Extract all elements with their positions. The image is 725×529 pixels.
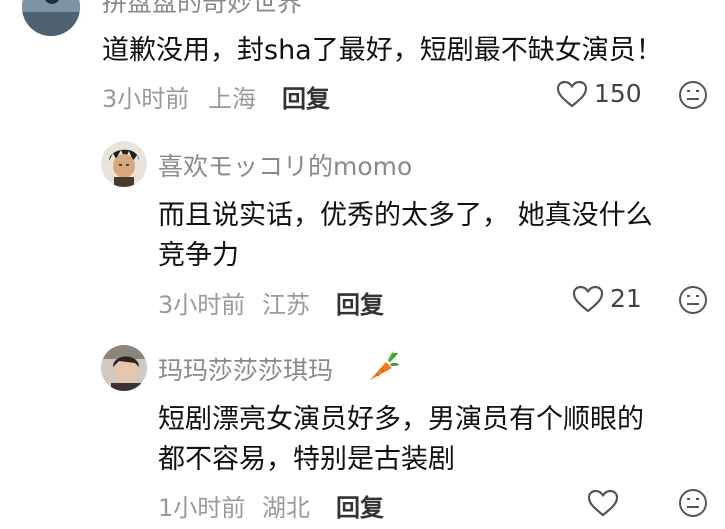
meh-face-icon[interactable] [678,488,708,522]
reply-button[interactable]: 回复 [336,285,384,320]
comment-text: 而且说实话，优秀的太多了， 她真没什么 [158,200,653,231]
reply-button[interactable]: 回复 [336,488,384,523]
comment-username[interactable]: 玛玛莎莎莎琪玛 [158,351,333,387]
avatar[interactable] [101,141,147,187]
carrot-emoji-icon [366,350,400,386]
comment-username[interactable]: 喜欢モッコリ的momo [158,147,412,183]
like-count: 150 [594,79,642,108]
comment-time: 3小时前 [158,291,246,319]
comment-text: 短剧漂亮女演员好多，男演员有个顺眼的 [158,404,644,435]
heart-outline-icon[interactable] [587,489,619,521]
avatar[interactable] [101,345,147,391]
comment-location: 江苏 [262,291,310,319]
like-count: 21 [610,284,642,313]
avatar[interactable] [22,0,80,36]
comment-username[interactable]: 拼盘盘的奇妙世界 [102,0,302,19]
comment-text: 道歉没用，封sha了最好，短剧最不缺女演员！ [102,35,663,66]
heart-outline-icon[interactable] [556,80,588,112]
meh-face-icon[interactable] [678,285,708,319]
reply-button[interactable]: 回复 [282,79,330,114]
heart-outline-icon[interactable] [572,285,604,317]
comment-location: 湖北 [262,494,310,522]
meh-face-icon[interactable] [678,80,708,114]
comment-text: 都不容易，特别是古装剧 [158,444,455,475]
comment-time: 1小时前 [158,494,246,522]
comment-time: 3小时前 [102,85,190,113]
comment-location: 上海 [208,85,256,113]
comment-text: 竞争力 [158,240,239,271]
